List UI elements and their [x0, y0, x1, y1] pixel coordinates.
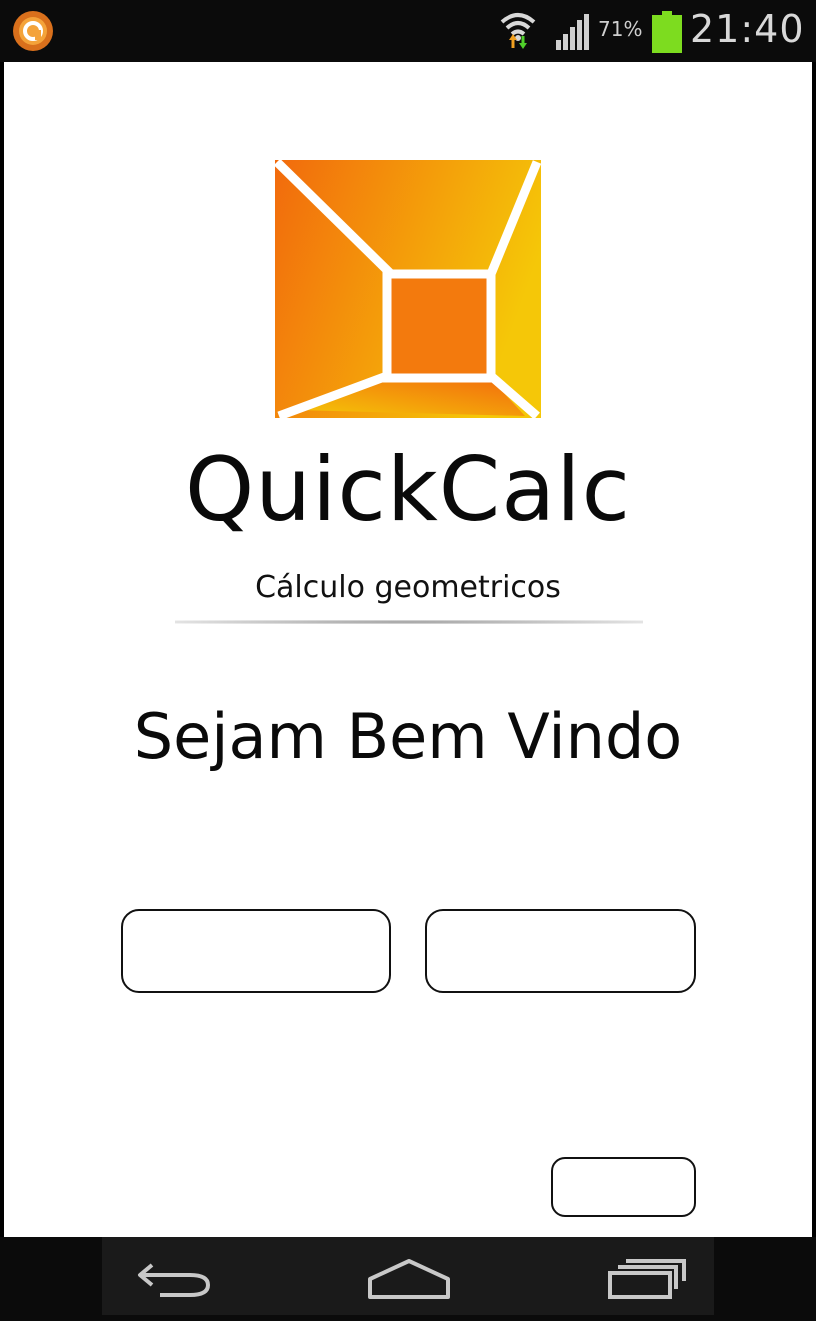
app-notification-icon: [13, 11, 53, 51]
recent-apps-icon[interactable]: [600, 1251, 690, 1301]
status-bar: 71% 21:40: [0, 0, 816, 62]
signal-icon: [556, 14, 589, 50]
app-title: QuickCalc: [184, 438, 632, 541]
screen-frame: [812, 62, 816, 1237]
back-icon[interactable]: [130, 1251, 220, 1301]
welcome-heading: Sejam Bem Vindo: [133, 700, 683, 773]
divider: [175, 620, 643, 624]
left-button[interactable]: [121, 909, 391, 993]
battery-percent: 71%: [598, 17, 643, 41]
home-icon[interactable]: [364, 1251, 454, 1301]
small-button[interactable]: [551, 1157, 696, 1217]
navigation-bar: [0, 1237, 816, 1321]
right-button[interactable]: [425, 909, 696, 993]
clock: 21:40: [690, 7, 805, 51]
battery-icon: [652, 11, 682, 53]
wifi-icon: [500, 13, 536, 49]
app-subtitle: Cálculo geometricos: [255, 570, 561, 605]
quickcalc-logo-icon: [275, 160, 541, 418]
